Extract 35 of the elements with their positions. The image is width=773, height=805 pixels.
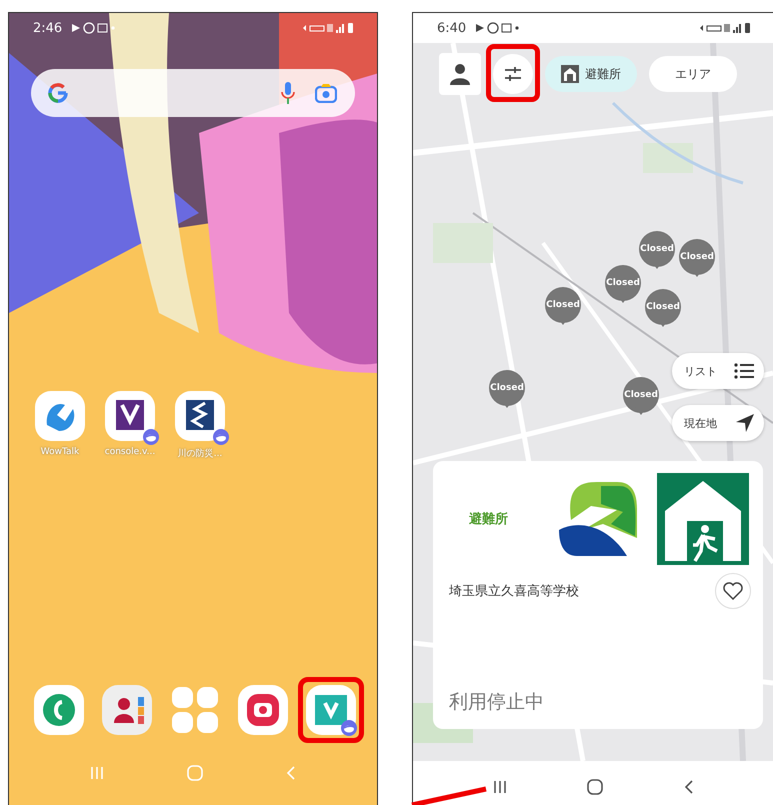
current-location-button[interactable]: 現在地 <box>672 405 764 441</box>
list-button[interactable]: リスト <box>672 353 764 389</box>
app-label: console.v... <box>104 447 156 457</box>
app-label: WowTalk <box>40 447 80 457</box>
home-button[interactable] <box>586 778 604 796</box>
recent-apps-button[interactable] <box>492 779 508 795</box>
emergency-exit-sign-icon <box>657 473 749 565</box>
navigation-arrow-icon <box>736 414 754 432</box>
notification-icons <box>70 22 116 34</box>
browser-badge-icon <box>341 720 357 736</box>
shelter-filter-chip[interactable]: 避難所 <box>545 56 637 92</box>
shelter-icon <box>561 65 579 83</box>
category-label: 避難所 <box>468 510 509 528</box>
google-logo-icon <box>47 82 69 104</box>
search-bar[interactable] <box>31 69 355 117</box>
microphone-icon[interactable] <box>281 81 295 105</box>
heart-icon <box>723 582 743 600</box>
sliders-icon <box>504 66 522 82</box>
signal-battery-icons <box>301 22 355 34</box>
list-icon <box>734 363 754 379</box>
camera-search-icon[interactable] <box>315 83 337 103</box>
app-label: 川の防災... <box>178 448 222 460</box>
profile-button[interactable] <box>439 53 481 95</box>
app-shortcut-button[interactable] <box>298 677 364 743</box>
signal-battery-icons <box>698 22 752 34</box>
status-time: 2:46 <box>33 20 62 36</box>
back-button[interactable] <box>682 779 695 795</box>
person-icon <box>449 63 471 85</box>
notification-icons <box>474 22 520 34</box>
wave-logo-icon[interactable] <box>35 391 85 441</box>
status-label: 利用停止中 <box>449 690 545 715</box>
favorite-button[interactable] <box>715 573 751 609</box>
status-time: 6:40 <box>437 20 466 36</box>
shelter-name: 埼玉県立久喜高等学校 <box>449 583 579 600</box>
area-filter-chip[interactable]: エリア <box>649 56 737 92</box>
